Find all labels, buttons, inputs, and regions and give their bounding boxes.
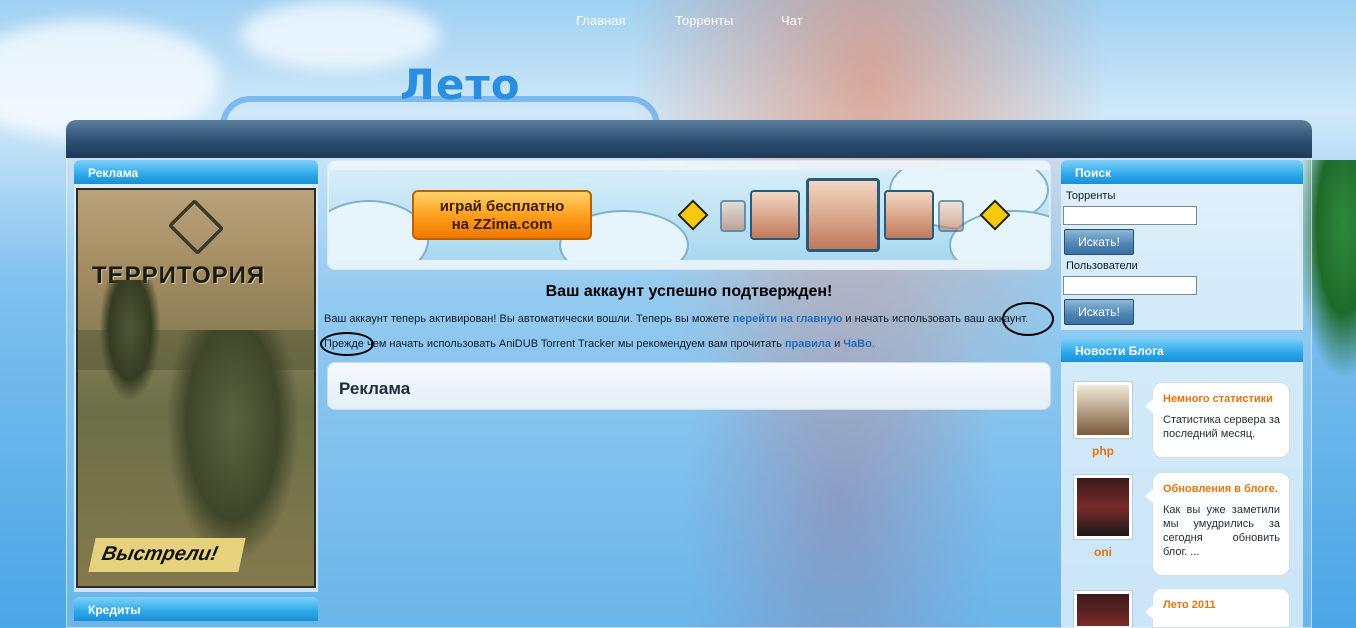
blog-post-title[interactable]: Немного статистики [1163, 393, 1280, 405]
rules-conjunction: и [831, 338, 844, 350]
soldier-figure [100, 280, 160, 400]
activation-text: Ваш аккаунт теперь активирован! Вы автом… [324, 313, 733, 325]
character-thumbnail-selected[interactable] [806, 178, 880, 252]
rules-period: . [871, 338, 875, 350]
blog-post: Лето 2011 [1145, 588, 1290, 628]
hand-drawn-circle [320, 332, 374, 356]
promo-line-1: играй бесплатно [439, 198, 565, 215]
avatar[interactable] [1073, 590, 1133, 628]
rules-message: Прежде чем начать использовать AniDUB To… [324, 338, 875, 350]
blog-post: Обновления в блоге. Как вы уже заметили … [1145, 472, 1290, 576]
soldier-figure [168, 330, 298, 560]
rules-text: Прежде чем начать использовать AniDUB To… [324, 338, 785, 350]
avatar[interactable] [1073, 474, 1133, 540]
avatar[interactable] [1073, 381, 1133, 439]
character-thumbnail[interactable] [938, 200, 964, 232]
faq-link[interactable]: ЧаВо [843, 338, 872, 350]
rules-link[interactable]: правила [785, 338, 831, 350]
blog-post-text: Как вы уже заметили мы умудрились за сег… [1163, 504, 1280, 558]
search-panel-title: Поиск [1061, 160, 1303, 184]
torrents-search-button[interactable]: Искать! [1064, 229, 1134, 255]
blog-post-title[interactable]: Обновления в блоге. [1163, 483, 1280, 495]
blog-post-text: Статистика сервера за последний месяц. [1163, 414, 1280, 440]
character-thumbnail[interactable] [884, 190, 934, 240]
activation-message: Ваш аккаунт теперь активирован! Вы автом… [324, 313, 1028, 325]
blog-author[interactable]: oni [1073, 545, 1133, 559]
users-search-input[interactable] [1063, 276, 1197, 295]
ads-section [327, 362, 1051, 410]
torrents-search-label: Торренты [1066, 190, 1116, 202]
blog-author[interactable]: php [1073, 444, 1133, 458]
nav-home[interactable]: Главная [576, 13, 625, 28]
top-navigation [66, 120, 1312, 158]
character-thumbnail[interactable] [750, 190, 800, 240]
site-logo[interactable]: Лето [400, 60, 521, 109]
users-search-label: Пользователи [1066, 260, 1138, 272]
nav-chat[interactable]: Чат [781, 13, 803, 28]
character-thumbnail[interactable] [720, 200, 746, 232]
nav-torrents[interactable]: Торренты [675, 13, 733, 28]
ads-panel-title: Реклама [74, 160, 318, 184]
hand-drawn-circle [1002, 302, 1054, 336]
play-free-button[interactable]: играй бесплатно на ZZima.com [412, 190, 592, 240]
blog-post-title[interactable]: Лето 2011 [1163, 599, 1280, 611]
promo-line-2: на ZZima.com [451, 216, 553, 233]
ad-slogan: Выстрели! [88, 538, 246, 572]
blog-post: Немного статистики Статистика сервера за… [1145, 382, 1290, 458]
activation-text-end: и начать использовать ваш аккаунт. [842, 313, 1029, 325]
users-search-button[interactable]: Искать! [1064, 299, 1134, 325]
credits-panel-title: Кредиты [74, 597, 318, 621]
go-home-link[interactable]: перейти на главную [733, 313, 843, 325]
ads-section-title: Реклама [339, 379, 411, 398]
game-ad-banner[interactable]: ТЕРРИТОРИЯ Выстрели! [76, 188, 316, 588]
game-emblem-icon [167, 198, 225, 256]
blog-panel-title: Новости Блога [1061, 338, 1303, 362]
confirmation-title: Ваш аккаунт успешно подтвержден! [545, 283, 833, 300]
torrents-search-input[interactable] [1063, 206, 1197, 225]
